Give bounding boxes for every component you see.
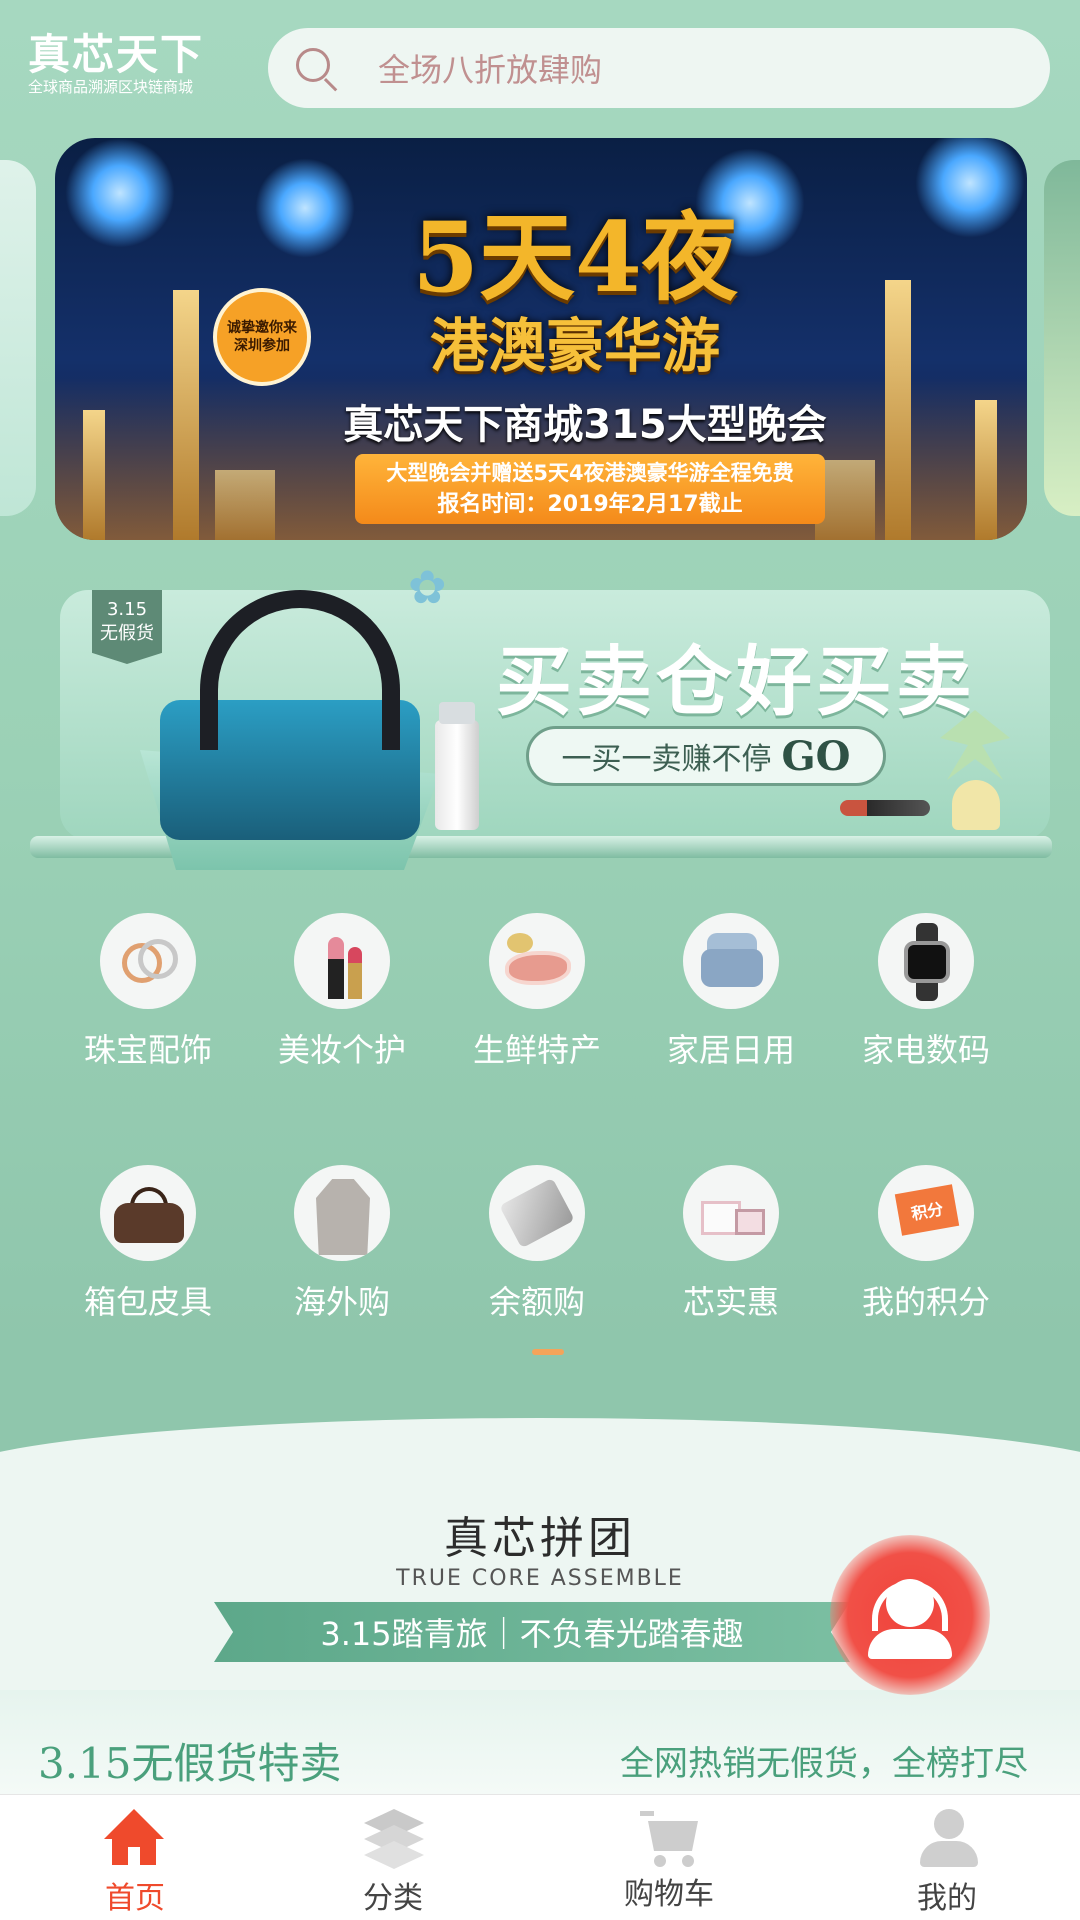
- home-page: 真芯天下 全球商品溯源区块链商城 全场八折放肆购 5天4夜 港澳豪华游 诚挚邀你…: [0, 0, 1080, 1920]
- gift-box-icon: [683, 1165, 779, 1261]
- smartwatch-icon: [878, 913, 974, 1009]
- skyscraper-decoration: [83, 410, 105, 540]
- banner-subline: 港澳豪华游: [429, 312, 720, 380]
- category-label: 珠宝配饰: [83, 1031, 212, 1069]
- category-fresh[interactable]: 生鲜特产: [440, 908, 634, 1108]
- category-home[interactable]: 家居日用: [634, 908, 828, 1108]
- handbag-icon: [100, 1165, 196, 1261]
- tab-home[interactable]: 首页: [0, 1795, 270, 1920]
- category-label: 家居日用: [666, 1031, 795, 1069]
- category-electronics[interactable]: 家电数码: [829, 908, 1023, 1108]
- user-icon: [920, 1809, 978, 1869]
- category-jewelry[interactable]: 珠宝配饰: [51, 908, 245, 1108]
- skyscraper-decoration: [975, 400, 997, 540]
- banner-info-box: 大型晚会并赠送5天4夜港澳豪华游全程免费 报名时间：2019年2月17截止: [355, 454, 825, 524]
- skyscraper-decoration: [215, 470, 275, 540]
- invite-badge-line2: 深圳参加: [234, 338, 290, 354]
- skyscraper-decoration: [885, 280, 911, 540]
- car-seat-image: [140, 590, 440, 870]
- banner-prev-peek[interactable]: [0, 160, 36, 516]
- search-input[interactable]: 全场八折放肆购: [378, 45, 602, 91]
- tab-category-label: 分类: [363, 1881, 423, 1916]
- firework-decoration: [915, 138, 1025, 238]
- logo-title: 真芯天下: [28, 30, 205, 79]
- banner-slide[interactable]: 5天4夜 港澳豪华游 诚挚邀你来 深圳参加 真芯天下商城315大型晚会 大型晚会…: [55, 138, 1027, 540]
- tab-cart-label: 购物车: [624, 1877, 714, 1912]
- category-deals[interactable]: 芯实惠: [634, 1160, 828, 1360]
- banner-headline: 5天4夜: [412, 201, 738, 314]
- plant-image: [940, 710, 1010, 830]
- banner-info-line1: 大型晚会并赠送5天4夜港澳豪华游全程免费: [386, 461, 794, 485]
- category-points[interactable]: 积分 我的积分: [829, 1160, 1023, 1360]
- header: 真芯天下 全球商品溯源区块链商城 全场八折放肆购: [0, 0, 1080, 130]
- points-icon: 积分: [878, 1165, 974, 1261]
- category-label: 海外购: [293, 1283, 390, 1321]
- butterfly-icon: ✿: [408, 560, 447, 614]
- sofa-icon: [683, 913, 779, 1009]
- logo-subtitle: 全球商品溯源区块链商城: [28, 78, 194, 96]
- category-label: 箱包皮具: [83, 1283, 212, 1321]
- invite-badge-line1: 诚挚邀你来: [227, 320, 297, 336]
- tab-category[interactable]: 分类: [258, 1795, 528, 1920]
- group-buy-ribbon[interactable]: 3.15踏青旅｜不负春光踏春趣: [214, 1602, 850, 1662]
- promo-go-button[interactable]: 一买一卖赚不停 GO: [526, 726, 886, 786]
- category-beauty[interactable]: 美妆个护: [245, 908, 439, 1108]
- category-layers-icon: [364, 1809, 424, 1869]
- fresh-food-icon: [489, 913, 585, 1009]
- promo-go-label: GO: [781, 732, 851, 780]
- tab-cart[interactable]: 购物车: [534, 1795, 804, 1920]
- cart-icon: [640, 1811, 702, 1867]
- category-label: 生鲜特产: [472, 1031, 601, 1069]
- lipstick-image: [840, 800, 930, 816]
- lipstick-icon: [294, 913, 390, 1009]
- category-grid: 珠宝配饰 美妆个护 生鲜特产 家居日用 家电数码 箱包皮具 海外购 余额购 芯实…: [0, 908, 1080, 1338]
- points-icon-text: 积分: [894, 1184, 960, 1236]
- search-icon: [292, 44, 340, 92]
- firework-decoration: [255, 158, 355, 258]
- banner-next-peek[interactable]: [1044, 160, 1080, 516]
- category-label: 美妆个护: [277, 1031, 406, 1069]
- category-bags[interactable]: 箱包皮具: [51, 1160, 245, 1360]
- promo-banner[interactable]: 3.15 无假货 ✿ 买卖仓好买卖 一买一卖赚不停 GO: [30, 560, 1052, 870]
- jewelry-ring-icon: [100, 913, 196, 1009]
- category-label: 我的积分: [861, 1283, 990, 1321]
- coat-icon: [294, 1165, 390, 1261]
- promo-pill-text: 一买一卖赚不停: [561, 742, 772, 777]
- tab-profile[interactable]: 我的: [812, 1795, 1080, 1920]
- cosmetic-bottle-image: [435, 702, 479, 830]
- customer-service-button[interactable]: [830, 1535, 990, 1695]
- category-overseas[interactable]: 海外购: [245, 1160, 439, 1360]
- category-label: 芯实惠: [682, 1283, 779, 1321]
- category-balance[interactable]: 余额购: [440, 1160, 634, 1360]
- sale-strip-right-text: 全网热销无假货，全榜打尽: [620, 1744, 1028, 1784]
- home-icon: [104, 1809, 164, 1865]
- category-label: 余额购: [488, 1283, 585, 1321]
- grid-page-indicator: [532, 1349, 564, 1355]
- skyscraper-decoration: [173, 290, 199, 540]
- bottom-tab-bar: 首页 分类 购物车 我的: [0, 1794, 1080, 1920]
- tab-home-label: 首页: [105, 1881, 165, 1916]
- banner-info-line2: 报名时间：2019年2月17截止: [437, 492, 743, 517]
- firework-decoration: [65, 138, 175, 248]
- card-icon: [489, 1165, 585, 1261]
- promo-title: 买卖仓好买卖: [496, 637, 976, 726]
- logo[interactable]: 真芯天下 全球商品溯源区块链商城: [28, 32, 238, 102]
- category-label: 家电数码: [861, 1031, 990, 1069]
- tab-profile-label: 我的: [917, 1881, 977, 1916]
- banner-title: 真芯天下商城315大型晚会: [343, 402, 827, 448]
- search-bar[interactable]: 全场八折放肆购: [268, 28, 1050, 108]
- invite-badge: 诚挚邀你来 深圳参加: [213, 288, 311, 386]
- sale-strip-left-text: 3.15无假货特卖: [38, 1739, 342, 1788]
